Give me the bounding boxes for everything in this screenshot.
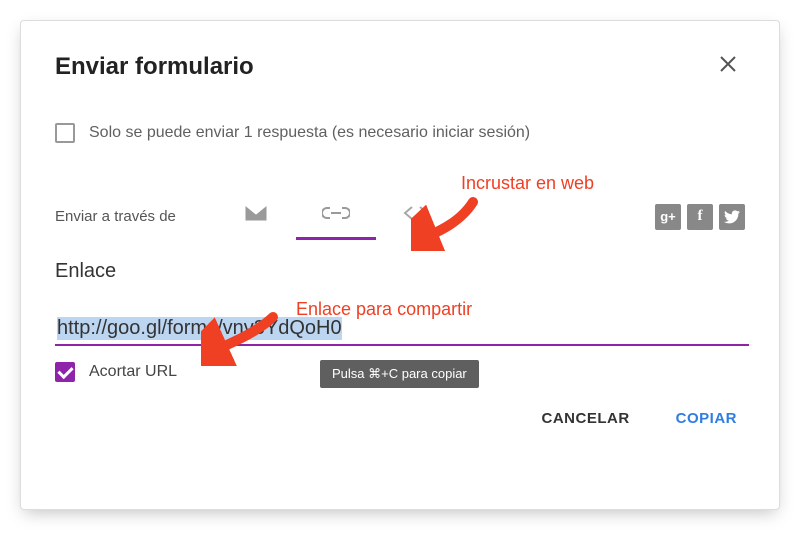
header-row: Enviar formulario: [55, 51, 745, 83]
one-response-label: Solo se puede enviar 1 respuesta (es nec…: [89, 124, 530, 142]
link-section-label: Enlace: [55, 260, 745, 283]
share-gplus-icon[interactable]: [655, 204, 681, 230]
link-icon: [322, 206, 350, 225]
send-tab-email[interactable]: [216, 193, 296, 240]
send-form-dialog: Enviar formulario Solo se puede enviar 1…: [20, 20, 780, 510]
copy-button[interactable]: COPIAR: [668, 404, 745, 433]
shorten-url-checkbox[interactable]: [55, 362, 75, 382]
cancel-button[interactable]: CANCELAR: [533, 404, 637, 433]
social-icons: [655, 204, 745, 230]
send-via-label: Enviar a través de: [55, 208, 176, 225]
dialog-title: Enviar formulario: [55, 53, 254, 81]
send-tab-link[interactable]: [296, 193, 376, 240]
send-via-row: Enviar a través de: [55, 193, 745, 240]
link-url-input[interactable]: [55, 313, 749, 346]
shorten-url-row: Acortar URL Pulsa ⌘+C para copiar: [55, 362, 745, 382]
embed-icon: [402, 205, 430, 226]
shorten-url-label: Acortar URL: [89, 363, 177, 381]
send-tab-embed[interactable]: [376, 193, 456, 240]
annotation-embed-label: Incrustar en web: [461, 173, 594, 194]
one-response-row: Solo se puede enviar 1 respuesta (es nec…: [55, 123, 745, 143]
copy-hint-tooltip: Pulsa ⌘+C para copiar: [320, 360, 479, 388]
actions-row: CANCELAR COPIAR: [55, 404, 745, 433]
link-section: Enlace Acortar URL Pulsa ⌘+C para copiar: [55, 260, 745, 382]
one-response-checkbox[interactable]: [55, 123, 75, 143]
share-twitter-icon[interactable]: [719, 204, 745, 230]
email-icon: [244, 204, 268, 227]
close-icon[interactable]: [711, 51, 745, 83]
share-facebook-icon[interactable]: [687, 204, 713, 230]
